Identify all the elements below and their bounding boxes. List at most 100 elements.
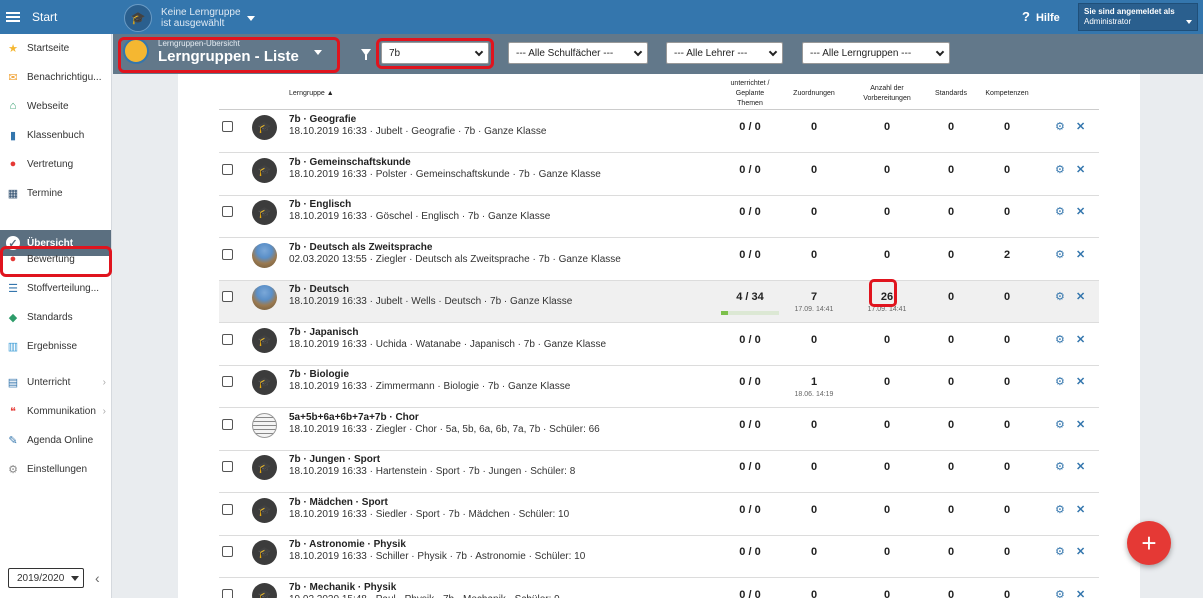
group-name-link[interactable]: 7b · Deutsch: [289, 284, 349, 295]
standards-value: 0: [947, 376, 955, 388]
gear-icon[interactable]: ⚙: [1055, 503, 1065, 516]
group-name-link[interactable]: 7b · Jungen · Sport: [289, 454, 380, 465]
column-header-taught: unterrichtet / Geplante Themen: [719, 79, 781, 109]
gear-icon[interactable]: ⚙: [1055, 120, 1065, 133]
teacher-filter-select[interactable]: --- Alle Lehrer ---: [666, 42, 783, 64]
gear-icon[interactable]: ⚙: [1055, 588, 1065, 598]
subject-filter-select[interactable]: --- Alle Schulfächer ---: [508, 42, 648, 64]
table-row[interactable]: 🎓 7b · Japanisch 18.10.2019 16:33 · Uchida…: [219, 324, 1099, 366]
user-menu[interactable]: Sie sind angemeldet als Administrator: [1078, 3, 1198, 31]
sidebar-item[interactable]: ☰ Stoffverteilung...: [0, 275, 111, 301]
sidebar-item-label: Webseite: [27, 100, 69, 112]
help-link[interactable]: ? Hilfe: [1022, 9, 1060, 24]
group-name-link[interactable]: 7b · Mädchen · Sport: [289, 497, 388, 508]
group-name-link[interactable]: 7b · Geografie: [289, 114, 356, 125]
group-name-link[interactable]: 7b · Mechanik · Physik: [289, 582, 396, 593]
group-name-link[interactable]: 7b · Englisch: [289, 199, 351, 210]
close-icon[interactable]: ✕: [1076, 205, 1085, 218]
sidebar-item[interactable]: ✉ Benachrichtigu...: [0, 64, 111, 90]
column-header-assignments: Zuordnungen: [793, 90, 835, 97]
row-checkbox[interactable]: [222, 163, 233, 175]
table-row[interactable]: 🎓 7b · Englisch 18.10.2019 16:33 · Göschel…: [219, 196, 1099, 238]
group-name-link[interactable]: 7b · Gemeinschaftskunde: [289, 157, 411, 168]
sidebar-item[interactable]: ✎ Agenda Online: [0, 427, 111, 453]
hamburger-menu-icon[interactable]: [6, 12, 20, 22]
row-checkbox[interactable]: [222, 333, 233, 345]
group-name-link[interactable]: 7b · Deutsch als Zweitsprache: [289, 242, 432, 253]
row-checkbox[interactable]: [222, 418, 233, 430]
envelope-icon: ✉: [8, 71, 18, 84]
close-icon[interactable]: ✕: [1076, 290, 1085, 303]
sidebar-item[interactable]: ● Vertretung: [0, 151, 111, 177]
sidebar-item[interactable]: ▥ Ergebnisse: [0, 333, 111, 359]
group-name-link[interactable]: 7b · Japanisch: [289, 327, 358, 338]
assignments-value: 0: [810, 248, 818, 261]
close-icon[interactable]: ✕: [1076, 163, 1085, 176]
gear-icon[interactable]: ⚙: [1055, 418, 1065, 431]
group-name-link[interactable]: 7b · Astronomie · Physik: [289, 539, 406, 550]
close-icon[interactable]: ✕: [1076, 333, 1085, 346]
star-icon: ★: [8, 42, 18, 55]
chevron-down-icon: [935, 47, 945, 57]
row-checkbox[interactable]: [222, 588, 233, 598]
row-checkbox[interactable]: [222, 376, 233, 387]
table-row[interactable]: 🎓 7b · Jungen · Sport 18.10.2019 16:33 · H…: [219, 451, 1099, 493]
table-row[interactable]: 🎓 7b · Geografie 18.10.2019 16:33 · Jubelt…: [219, 111, 1099, 153]
close-icon[interactable]: ✕: [1076, 460, 1085, 473]
standards-value: 0: [947, 206, 955, 218]
close-icon[interactable]: ✕: [1076, 545, 1085, 558]
close-icon[interactable]: ✕: [1076, 588, 1085, 598]
competences-value: 0: [1003, 546, 1011, 558]
table-row[interactable]: 5a+5b+6a+6b+7a+7b · Chor 18.10.2019 16:33…: [219, 409, 1099, 451]
sidebar-item[interactable]: ⚙ Einstellungen: [0, 456, 111, 482]
sidebar-item[interactable]: ▤ Unterricht ›: [0, 369, 111, 395]
row-checkbox[interactable]: [222, 206, 233, 217]
table-row[interactable]: 🎓 7b · Gemeinschaftskunde 18.10.2019 16:33…: [219, 154, 1099, 196]
row-checkbox[interactable]: [222, 461, 233, 472]
gear-icon[interactable]: ⚙: [1055, 163, 1065, 176]
sidebar-item-label: Termine: [27, 187, 63, 199]
table-row[interactable]: 7b · Deutsch 18.10.2019 16:33 · Jubelt · …: [219, 281, 1099, 323]
sidebar-item[interactable]: ▮ Klassenbuch: [0, 122, 111, 148]
close-icon[interactable]: ✕: [1076, 375, 1085, 388]
gear-icon[interactable]: ⚙: [1055, 205, 1065, 218]
group-name-link[interactable]: 7b · Biologie: [289, 369, 349, 380]
graduation-cap-icon: 🎓: [252, 200, 277, 225]
sidebar-item[interactable]: ⌂ Webseite: [0, 93, 111, 119]
group-filter-select[interactable]: --- Alle Lerngruppen ---: [802, 42, 950, 64]
sidebar-item[interactable]: ★ Startseite: [0, 35, 111, 61]
school-year-select[interactable]: 2019/2020: [8, 568, 84, 588]
sidebar-item[interactable]: ▦ Termine: [0, 180, 111, 206]
column-header-name[interactable]: Lerngruppe ▲: [289, 89, 334, 99]
table-row[interactable]: 🎓 7b · Astronomie · Physik 18.10.2019 16:3…: [219, 536, 1099, 578]
row-checkbox[interactable]: [222, 291, 233, 302]
learning-group-selector[interactable]: 🎓 Keine Lerngruppe ist ausgewählt: [124, 4, 255, 32]
row-checkbox[interactable]: [222, 248, 233, 260]
add-button[interactable]: +: [1127, 521, 1171, 565]
table-row[interactable]: 🎓 7b · Mädchen · Sport 18.10.2019 16:33 · …: [219, 494, 1099, 536]
gear-icon[interactable]: ⚙: [1055, 333, 1065, 346]
row-checkbox[interactable]: [222, 503, 233, 515]
group-name-link[interactable]: 5a+5b+6a+6b+7a+7b · Chor: [289, 412, 419, 423]
gear-icon[interactable]: ⚙: [1055, 375, 1065, 388]
sidebar-item[interactable]: ❝ Kommunikation ›: [0, 398, 111, 424]
gear-icon[interactable]: ⚙: [1055, 248, 1065, 261]
gear-icon[interactable]: ⚙: [1055, 545, 1065, 558]
column-header-taught-line1: unterrichtet /: [730, 80, 770, 87]
close-icon[interactable]: ✕: [1076, 418, 1085, 431]
table-row[interactable]: 🎓 7b · Mechanik · Physik19.02.2020 15:48 …: [219, 579, 1099, 598]
user-name-row: Administrator: [1084, 17, 1192, 27]
row-checkbox[interactable]: [222, 546, 233, 557]
close-icon[interactable]: ✕: [1076, 120, 1085, 133]
table-row[interactable]: 7b · Deutsch als Zweitsprache 02.03.2020 …: [219, 239, 1099, 281]
collapse-sidebar-icon[interactable]: ‹: [95, 570, 100, 586]
gear-icon[interactable]: ⚙: [1055, 290, 1065, 303]
table-row[interactable]: 🎓 7b · Biologie 18.10.2019 16:33 · Zimmerm…: [219, 366, 1099, 408]
gear-icon[interactable]: ⚙: [1055, 460, 1065, 473]
sidebar-item[interactable]: ◆ Standards: [0, 304, 111, 330]
sidebar-item-label: Stoffverteilung...: [27, 282, 100, 294]
start-menu-button[interactable]: Start: [0, 0, 112, 34]
close-icon[interactable]: ✕: [1076, 503, 1085, 516]
close-icon[interactable]: ✕: [1076, 248, 1085, 261]
row-checkbox[interactable]: [222, 121, 233, 132]
